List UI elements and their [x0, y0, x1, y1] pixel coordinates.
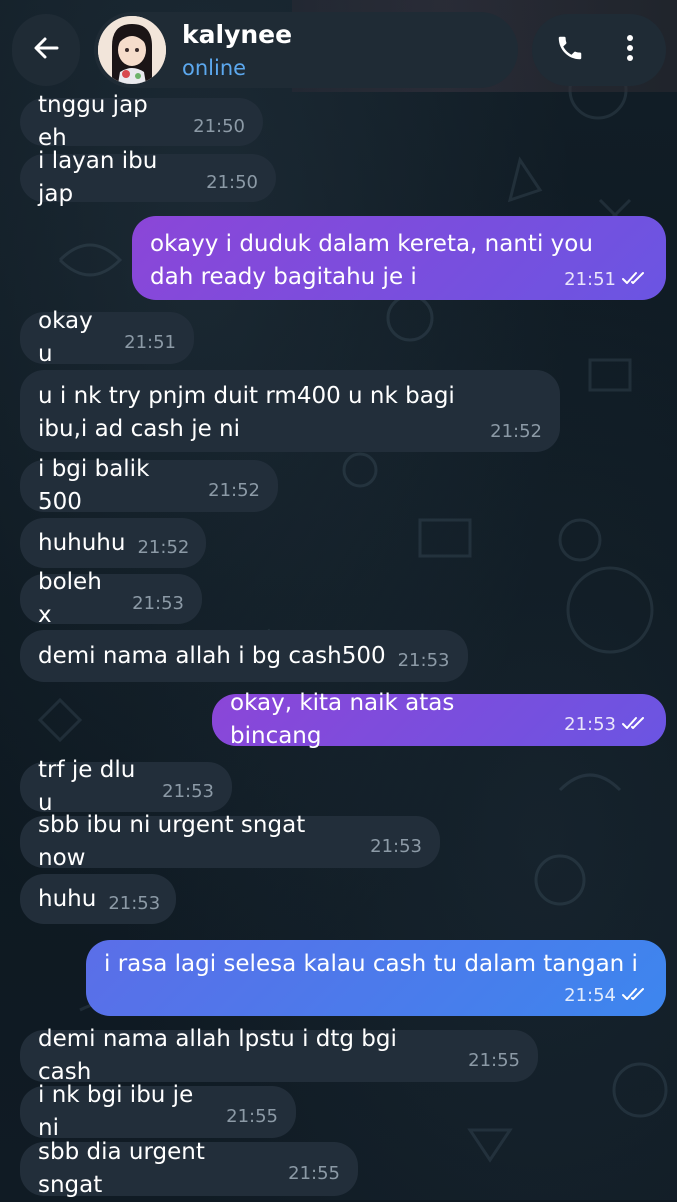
- message-time: 21:53: [564, 713, 616, 735]
- message-incoming[interactable]: tnggu jap eh 21:50: [20, 92, 263, 151]
- message-incoming[interactable]: sbb ibu ni urgent sngat now 21:53: [20, 812, 440, 871]
- message-outgoing[interactable]: okayy i duduk dalam kereta, nanti you da…: [132, 216, 666, 300]
- message-text: huhuhu: [38, 529, 126, 556]
- message-text: i rasa lagi selesa kalau cash tu dalam t…: [104, 951, 638, 977]
- message-incoming[interactable]: boleh x 21:53: [20, 569, 202, 628]
- message-time: 21:53: [397, 649, 450, 671]
- message-time: 21:55: [288, 1162, 340, 1184]
- message-outgoing[interactable]: i rasa lagi selesa kalau cash tu dalam t…: [86, 940, 666, 1016]
- message-list[interactable]: tnggu jap eh 21:50 i layan ibu jap 21:50…: [0, 0, 677, 1200]
- message-incoming[interactable]: trf je dlu u 21:53: [20, 757, 232, 816]
- double-check-icon: [622, 986, 648, 1005]
- message-incoming[interactable]: demi nama allah lpstu i dtg bgi cash 21:…: [20, 1026, 538, 1085]
- message-time: 21:55: [468, 1049, 520, 1071]
- message-time: 21:51: [564, 269, 616, 290]
- message-time: 21:52: [490, 421, 542, 442]
- message-incoming[interactable]: huhu 21:53: [20, 874, 176, 924]
- message-time: 21:51: [124, 331, 176, 353]
- message-incoming[interactable]: i nk bgi ibu je ni 21:55: [20, 1082, 296, 1141]
- message-time: 21:52: [208, 479, 260, 501]
- message-incoming[interactable]: i bgi balik 500 21:52: [20, 456, 278, 515]
- message-text: i layan ibu jap: [38, 148, 165, 207]
- message-text: sbb dia urgent sngat: [38, 1139, 213, 1198]
- message-text: okay, kita naik atas bincang: [230, 690, 462, 749]
- message-time: 21:53: [132, 592, 184, 614]
- message-incoming[interactable]: huhuhu 21:52: [20, 518, 206, 568]
- message-text: u i nk try pnjm duit rm400 u nk bagi ibu…: [38, 383, 463, 442]
- message-time: 21:55: [226, 1105, 278, 1127]
- message-text: sbb ibu ni urgent sngat now: [38, 812, 313, 871]
- message-incoming[interactable]: u i nk try pnjm duit rm400 u nk bagi ibu…: [20, 370, 560, 452]
- message-time: 21:53: [108, 892, 161, 914]
- message-time: 21:53: [370, 835, 422, 857]
- double-check-icon: [622, 270, 648, 289]
- message-incoming[interactable]: okay u 21:51: [20, 308, 194, 367]
- message-incoming[interactable]: i layan ibu jap 21:50: [20, 148, 276, 207]
- message-text: demi nama allah i bg cash500: [38, 642, 386, 669]
- message-time: 21:50: [206, 171, 258, 193]
- message-text: okay u: [38, 308, 101, 367]
- message-text: i bgi balik 500: [38, 456, 157, 515]
- message-time: 21:50: [193, 115, 245, 137]
- message-time: 21:54: [564, 985, 616, 1006]
- message-incoming[interactable]: demi nama allah i bg cash500 21:53: [20, 630, 468, 682]
- message-time: 21:52: [137, 536, 190, 558]
- message-incoming[interactable]: sbb dia urgent sngat 21:55: [20, 1139, 358, 1198]
- double-check-icon: [622, 715, 648, 734]
- message-text: huhu: [38, 885, 97, 912]
- message-time: 21:53: [162, 780, 214, 802]
- message-outgoing[interactable]: okay, kita naik atas bincang 21:53: [212, 690, 666, 749]
- message-text: boleh x: [38, 569, 110, 628]
